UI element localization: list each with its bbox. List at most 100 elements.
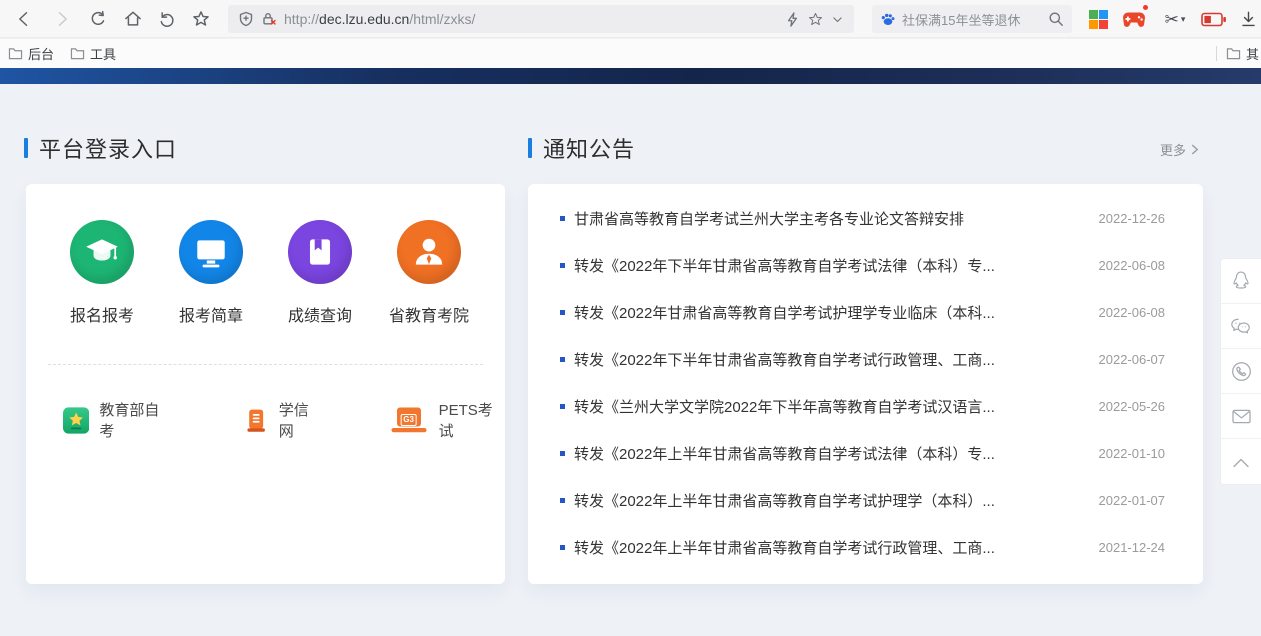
forward-button[interactable] <box>50 7 74 31</box>
grid-square <box>1099 20 1108 29</box>
bookmark-folder-houtai[interactable]: 后台 <box>0 41 62 66</box>
entry-baokao-jianzhang[interactable]: 报考简章 <box>157 220 266 326</box>
notice-section-header: 通知公告 <box>528 134 635 162</box>
gamepad-icon <box>1122 11 1146 28</box>
search-suggestion-text[interactable]: 社保满15年坐等退休 <box>902 10 1042 29</box>
notice-item[interactable]: 转发《兰州大学文学院2022年下半年高等教育自学考试汉语言... 2022-05… <box>560 383 1165 430</box>
bullet-icon <box>560 310 565 315</box>
address-bar[interactable]: http://dec.lzu.edu.cn/html/zxks/ <box>228 5 854 33</box>
phone-contact-button[interactable] <box>1221 349 1261 394</box>
entry-circle <box>288 220 352 284</box>
notice-title[interactable]: 转发《2022年上半年甘肃省高等教育自学考试法律（本科）专... <box>574 443 1085 464</box>
notice-title[interactable]: 转发《2022年下半年甘肃省高等教育自学考试行政管理、工商... <box>574 349 1085 370</box>
graduation-cap-icon <box>83 233 121 271</box>
qq-contact-button[interactable] <box>1221 259 1261 304</box>
floating-side-toolbar <box>1220 258 1261 485</box>
entry-circle <box>70 220 134 284</box>
quick-link-label: 教育部自考 <box>99 399 172 441</box>
notice-title[interactable]: 转发《2022年上半年甘肃省高等教育自学考试护理学（本科）... <box>574 490 1085 511</box>
undo-button[interactable] <box>155 7 179 31</box>
g3-badge: G3 <box>400 414 417 426</box>
notice-title[interactable]: 转发《2022年上半年甘肃省高等教育自学考试行政管理、工商... <box>574 537 1085 558</box>
baidu-icon <box>880 11 896 27</box>
login-section-title: 平台登录入口 <box>39 132 177 164</box>
notice-date: 2022-06-07 <box>1099 352 1166 367</box>
notice-title[interactable]: 转发《兰州大学文学院2022年下半年高等教育自学考试汉语言... <box>574 396 1085 417</box>
monitor-icon <box>192 233 230 271</box>
notice-title[interactable]: 转发《2022年甘肃省高等教育自学考试护理学专业临床（本科... <box>574 302 1085 323</box>
login-section-header: 平台登录入口 <box>24 134 177 162</box>
chevron-down-icon[interactable] <box>831 13 844 26</box>
notice-item[interactable]: 转发《2022年上半年甘肃省高等教育自学考试行政管理、工商... 2021-12… <box>560 524 1165 571</box>
url-text[interactable]: http://dec.lzu.edu.cn/html/zxks/ <box>284 11 778 27</box>
login-panel-card: 报名报考 报考简章 成绩查询 省教育考院 <box>26 184 505 584</box>
notice-item[interactable]: 转发《2022年下半年甘肃省高等教育自学考试法律（本科）专... 2022-06… <box>560 242 1165 289</box>
browser-toolbar: http://dec.lzu.edu.cn/html/zxks/ 社保满15年坐… <box>0 0 1261 38</box>
refresh-icon <box>88 9 108 29</box>
back-to-top-button[interactable] <box>1221 439 1261 484</box>
more-label: 更多 <box>1160 140 1186 159</box>
notification-dot <box>1142 4 1149 11</box>
wechat-icon <box>1230 317 1252 336</box>
star-badge-icon <box>63 407 89 434</box>
notice-item[interactable]: 甘肃省高等教育自学考试兰州大学主考各专业论文答辩安排 2022-12-26 <box>560 195 1165 242</box>
bookmarks-separator <box>1216 46 1217 61</box>
other-bookmarks-label: 其 <box>1246 44 1259 63</box>
person-icon <box>410 233 448 271</box>
url-scheme: http:// <box>284 11 319 27</box>
wechat-contact-button[interactable] <box>1221 304 1261 349</box>
search-box[interactable]: 社保满15年坐等退休 <box>872 5 1072 33</box>
dashed-divider <box>48 364 483 365</box>
bullet-icon <box>560 263 565 268</box>
notice-item[interactable]: 转发《2022年甘肃省高等教育自学考试护理学专业临床（本科... 2022-06… <box>560 289 1165 336</box>
bullet-icon <box>560 451 565 456</box>
star-icon <box>191 9 211 29</box>
scissors-icon: ✂ <box>1165 11 1179 28</box>
notice-item[interactable]: 转发《2022年下半年甘肃省高等教育自学考试行政管理、工商... 2022-06… <box>560 336 1165 383</box>
bullet-icon <box>560 498 565 503</box>
link-xuexinwang[interactable]: 学信网 <box>244 399 322 441</box>
mail-contact-button[interactable] <box>1221 394 1261 439</box>
refresh-button[interactable] <box>86 7 110 31</box>
entry-sheng-jiaoyu-kaoyuan[interactable]: 省教育考院 <box>375 220 484 326</box>
more-link[interactable]: 更多 <box>1160 140 1199 159</box>
apps-grid-button[interactable] <box>1086 8 1110 30</box>
notice-title[interactable]: 甘肃省高等教育自学考试兰州大学主考各专业论文答辩安排 <box>574 208 1085 229</box>
bookmarks-bar: 后台 工具 其 <box>0 39 1261 68</box>
link-pets-kaoshi[interactable]: G3 PETS考试 <box>389 399 505 441</box>
notice-date: 2022-01-10 <box>1099 446 1166 461</box>
battery-icon <box>1201 12 1227 27</box>
back-button[interactable] <box>12 7 36 31</box>
notice-date: 2022-01-07 <box>1099 493 1166 508</box>
notice-date: 2022-06-08 <box>1099 305 1166 320</box>
notice-panel-card: 甘肃省高等教育自学考试兰州大学主考各专业论文答辩安排 2022-12-26 转发… <box>528 184 1203 584</box>
document-icon <box>244 407 268 434</box>
games-button[interactable] <box>1122 8 1146 30</box>
screenshot-button[interactable]: ✂ ▾ <box>1158 8 1192 30</box>
book-icon <box>301 233 339 271</box>
phone-icon <box>1231 361 1252 382</box>
home-button[interactable] <box>121 7 145 31</box>
other-bookmarks-folder[interactable]: 其 <box>1226 44 1259 63</box>
bookmark-folder-gongju[interactable]: 工具 <box>62 41 124 66</box>
insecure-lock-icon[interactable] <box>261 11 277 27</box>
bullet-icon <box>560 216 565 221</box>
favorite-star-icon[interactable] <box>807 11 824 28</box>
entry-baoming-baokao[interactable]: 报名报考 <box>48 220 157 326</box>
lightning-icon[interactable] <box>785 12 800 27</box>
notice-item[interactable]: 转发《2022年上半年甘肃省高等教育自学考试护理学（本科）... 2022-01… <box>560 477 1165 524</box>
notice-title[interactable]: 转发《2022年下半年甘肃省高等教育自学考试法律（本科）专... <box>574 255 1085 276</box>
battery-button[interactable] <box>1200 8 1228 30</box>
bookmark-page-button[interactable] <box>189 7 213 31</box>
link-jiaoyubu-zikao[interactable]: 教育部自考 <box>63 399 172 441</box>
notice-item[interactable]: 转发《2022年上半年甘肃省高等教育自学考试法律（本科）专... 2022-01… <box>560 430 1165 477</box>
apps-grid-icon <box>1089 10 1108 29</box>
search-icon[interactable] <box>1048 11 1064 27</box>
downloads-button[interactable] <box>1236 8 1260 30</box>
entry-label: 省教育考院 <box>375 302 484 326</box>
quick-link-label: 学信网 <box>279 399 323 441</box>
login-entries: 报名报考 报考简章 成绩查询 省教育考院 <box>26 220 505 326</box>
home-icon <box>123 9 143 29</box>
entry-chengji-chaxun[interactable]: 成绩查询 <box>266 220 375 326</box>
shield-icon[interactable] <box>238 11 254 27</box>
